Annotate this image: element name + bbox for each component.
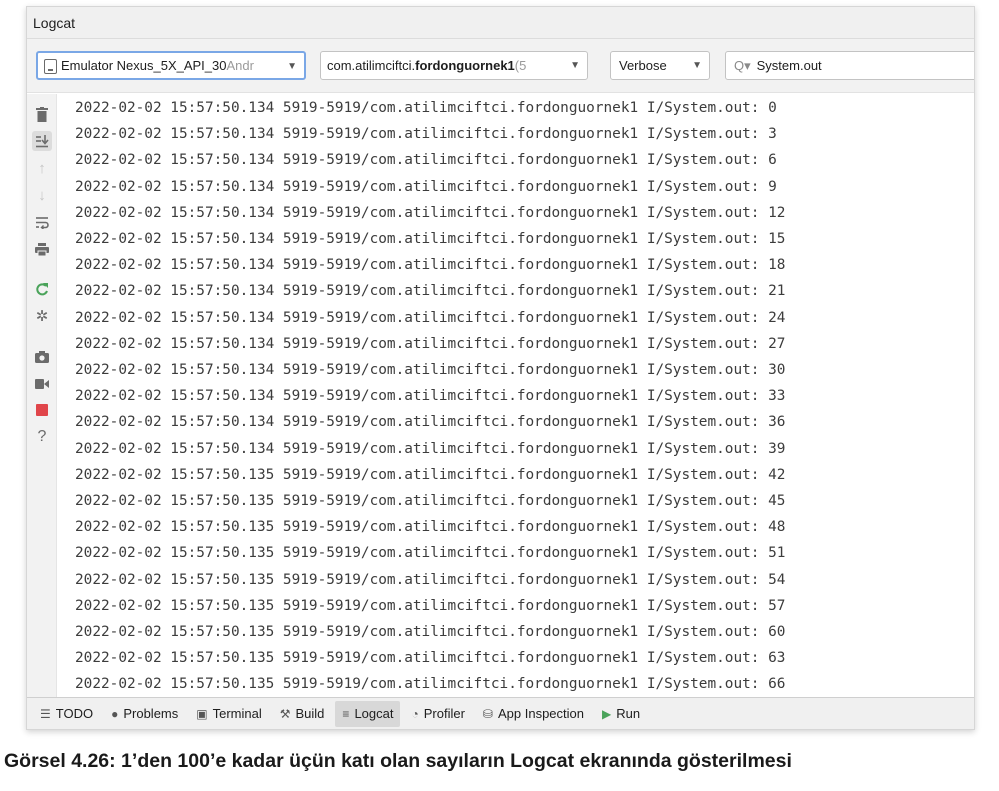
log-line: 2022-02-02 15:57:50.134 5919-5919/com.at… [75, 126, 777, 143]
device-selector[interactable]: Emulator Nexus_5X_API_30 Andr ▼ [36, 51, 306, 80]
stop-icon[interactable] [32, 400, 52, 420]
settings-icon[interactable]: ✲ [32, 306, 52, 326]
tab-profiler[interactable]: ◔ Profiler [404, 701, 471, 727]
device-icon [44, 59, 57, 74]
device-name: Emulator Nexus_5X_API_30 [61, 58, 227, 73]
tab-run[interactable]: ▶ Run [595, 701, 647, 727]
tab-problems[interactable]: ● Problems [104, 701, 185, 727]
log-line: 2022-02-02 15:57:50.135 5919-5919/com.at… [75, 545, 786, 562]
tab-label: Build [295, 706, 325, 721]
log-line: 2022-02-02 15:57:50.134 5919-5919/com.at… [75, 335, 786, 352]
log-line: 2022-02-02 15:57:50.134 5919-5919/com.at… [75, 283, 786, 300]
list-icon: ☰ [40, 706, 51, 721]
window-titlebar: Logcat [27, 7, 974, 39]
log-line: 2022-02-02 15:57:50.135 5919-5919/com.at… [75, 571, 786, 588]
run-icon: ▶ [602, 706, 612, 721]
logcat-icon: ≡ [342, 706, 350, 721]
log-line: 2022-02-02 15:57:50.134 5919-5919/com.at… [75, 178, 777, 195]
logcat-window: Logcat Emulator Nexus_5X_API_30 Andr ▼ c… [26, 6, 975, 730]
tab-label: Logcat [354, 706, 394, 721]
tab-label: Terminal [212, 706, 262, 721]
tab-label: TODO [55, 706, 94, 721]
screen-record-icon[interactable] [32, 374, 52, 394]
tab-build[interactable]: ⚒ Build [273, 701, 332, 727]
hammer-icon: ⚒ [279, 706, 291, 721]
tab-todo[interactable]: ☰ TODO [33, 701, 100, 727]
tab-label: App Inspection [497, 706, 584, 721]
search-icon: Q▾ [734, 57, 751, 73]
process-prefix: com.atilimciftci. [327, 58, 416, 73]
log-line: 2022-02-02 15:57:50.134 5919-5919/com.at… [75, 100, 777, 116]
search-input[interactable]: Q▾ System.out [725, 51, 974, 80]
process-name: fordonguornek1 [415, 58, 515, 73]
terminal-icon: ▣ [196, 706, 208, 721]
problems-icon: ● [111, 706, 119, 721]
log-line: 2022-02-02 15:57:50.134 5919-5919/com.at… [75, 152, 777, 169]
down-arrow-icon[interactable]: ↓ [32, 185, 52, 205]
logcat-sidebar: ↑ ↓ ✲ ? [27, 94, 57, 697]
chevron-down-icon: ▼ [287, 61, 297, 72]
device-suffix: Andr [226, 58, 254, 73]
log-line: 2022-02-02 15:57:50.134 5919-5919/com.at… [75, 440, 786, 457]
tab-label: Problems [123, 706, 179, 721]
log-level-value: Verbose [619, 58, 667, 73]
tab-label: Profiler [423, 706, 465, 721]
log-line: 2022-02-02 15:57:50.134 5919-5919/com.at… [75, 204, 786, 221]
trash-icon[interactable] [32, 104, 52, 124]
logcat-toolbar: Emulator Nexus_5X_API_30 Andr ▼ com.atil… [27, 39, 974, 93]
help-icon[interactable]: ? [32, 427, 52, 447]
search-value: System.out [756, 58, 822, 73]
restart-icon[interactable] [32, 279, 52, 299]
screenshot-icon[interactable] [32, 347, 52, 367]
process-selector[interactable]: com.atilimciftci. fordonguornek1 (5 ▼ [320, 51, 588, 80]
print-icon[interactable] [32, 239, 52, 259]
tab-label: Run [616, 706, 641, 721]
log-line: 2022-02-02 15:57:50.134 5919-5919/com.at… [75, 231, 786, 247]
window-title: Logcat [33, 14, 76, 31]
log-line: 2022-02-02 15:57:50.134 5919-5919/com.at… [75, 388, 786, 405]
profiler-icon: ◔ [411, 706, 419, 721]
log-line: 2022-02-02 15:57:50.135 5919-5919/com.at… [75, 624, 786, 640]
log-level-selector[interactable]: Verbose ▼ [610, 51, 710, 80]
scroll-to-end-icon[interactable] [32, 131, 52, 151]
log-line: 2022-02-02 15:57:50.135 5919-5919/com.at… [75, 493, 786, 509]
tab-terminal[interactable]: ▣ Terminal [189, 701, 268, 727]
log-line: 2022-02-02 15:57:50.134 5919-5919/com.at… [75, 362, 786, 378]
process-suffix: (5 [514, 58, 527, 73]
log-line: 2022-02-02 15:57:50.135 5919-5919/com.at… [75, 676, 786, 693]
app-inspection-icon: ⛁ [482, 706, 493, 721]
log-line: 2022-02-02 15:57:50.135 5919-5919/com.at… [75, 650, 786, 667]
log-line: 2022-02-02 15:57:50.135 5919-5919/com.at… [75, 519, 786, 536]
figure-caption: Görsel 4.26: 1’den 100’e kadar üçün katı… [4, 750, 792, 772]
chevron-down-icon: ▼ [692, 60, 702, 71]
log-line: 2022-02-02 15:57:50.135 5919-5919/com.at… [75, 466, 786, 483]
soft-wrap-icon[interactable] [32, 212, 52, 232]
tool-window-bar: ☰ TODO ● Problems ▣ Terminal ⚒ Build ≡ Logcat ◔ Pro… [27, 697, 974, 729]
log-line: 2022-02-02 15:57:50.134 5919-5919/com.at… [75, 257, 786, 274]
chevron-down-icon: ▼ [570, 60, 580, 71]
up-arrow-icon[interactable]: ↑ [32, 158, 52, 178]
log-line: 2022-02-02 15:57:50.134 5919-5919/com.at… [75, 414, 786, 431]
tab-app-inspection[interactable]: ⛁ App Inspection [476, 701, 591, 727]
tab-logcat[interactable]: ≡ Logcat [335, 700, 401, 727]
log-line: 2022-02-02 15:57:50.135 5919-5919/com.at… [75, 597, 786, 614]
logcat-output: 2022-02-02 15:57:50.134 5919-5919/com.at… [57, 94, 974, 697]
log-line: 2022-02-02 15:57:50.134 5919-5919/com.at… [75, 309, 786, 326]
